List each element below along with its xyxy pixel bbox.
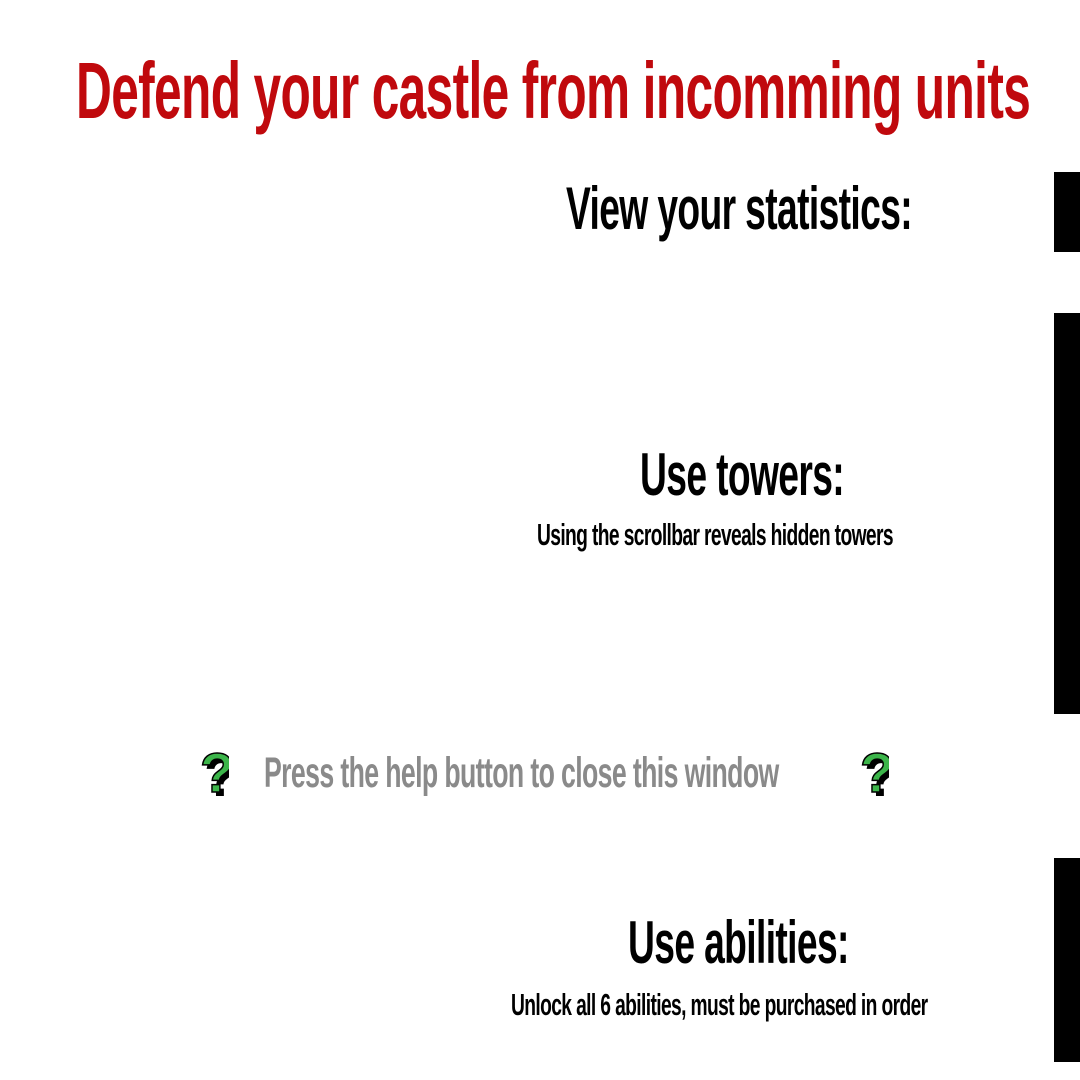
question-mark-icon: ? ? <box>859 744 889 806</box>
statistics-heading: View your statistics: <box>566 175 913 242</box>
towers-heading: Use towers: <box>640 441 845 508</box>
abilities-heading: Use abilities: <box>628 909 849 976</box>
towers-hint: Using the scrollbar reveals hidden tower… <box>537 517 894 552</box>
question-mark-icon: ? ? <box>199 744 229 806</box>
help-close-hint: Press the help button to close this wind… <box>264 749 779 797</box>
svg-text:?: ? <box>200 744 229 804</box>
towers-pointer-bar <box>1054 313 1080 714</box>
abilities-pointer-bar <box>1054 858 1080 1062</box>
abilities-hint: Unlock all 6 abilities, must be purchase… <box>511 987 928 1022</box>
statistics-pointer-bar <box>1054 172 1080 252</box>
page-title: Defend your castle from incomming units <box>76 46 1031 135</box>
svg-text:?: ? <box>860 744 889 804</box>
